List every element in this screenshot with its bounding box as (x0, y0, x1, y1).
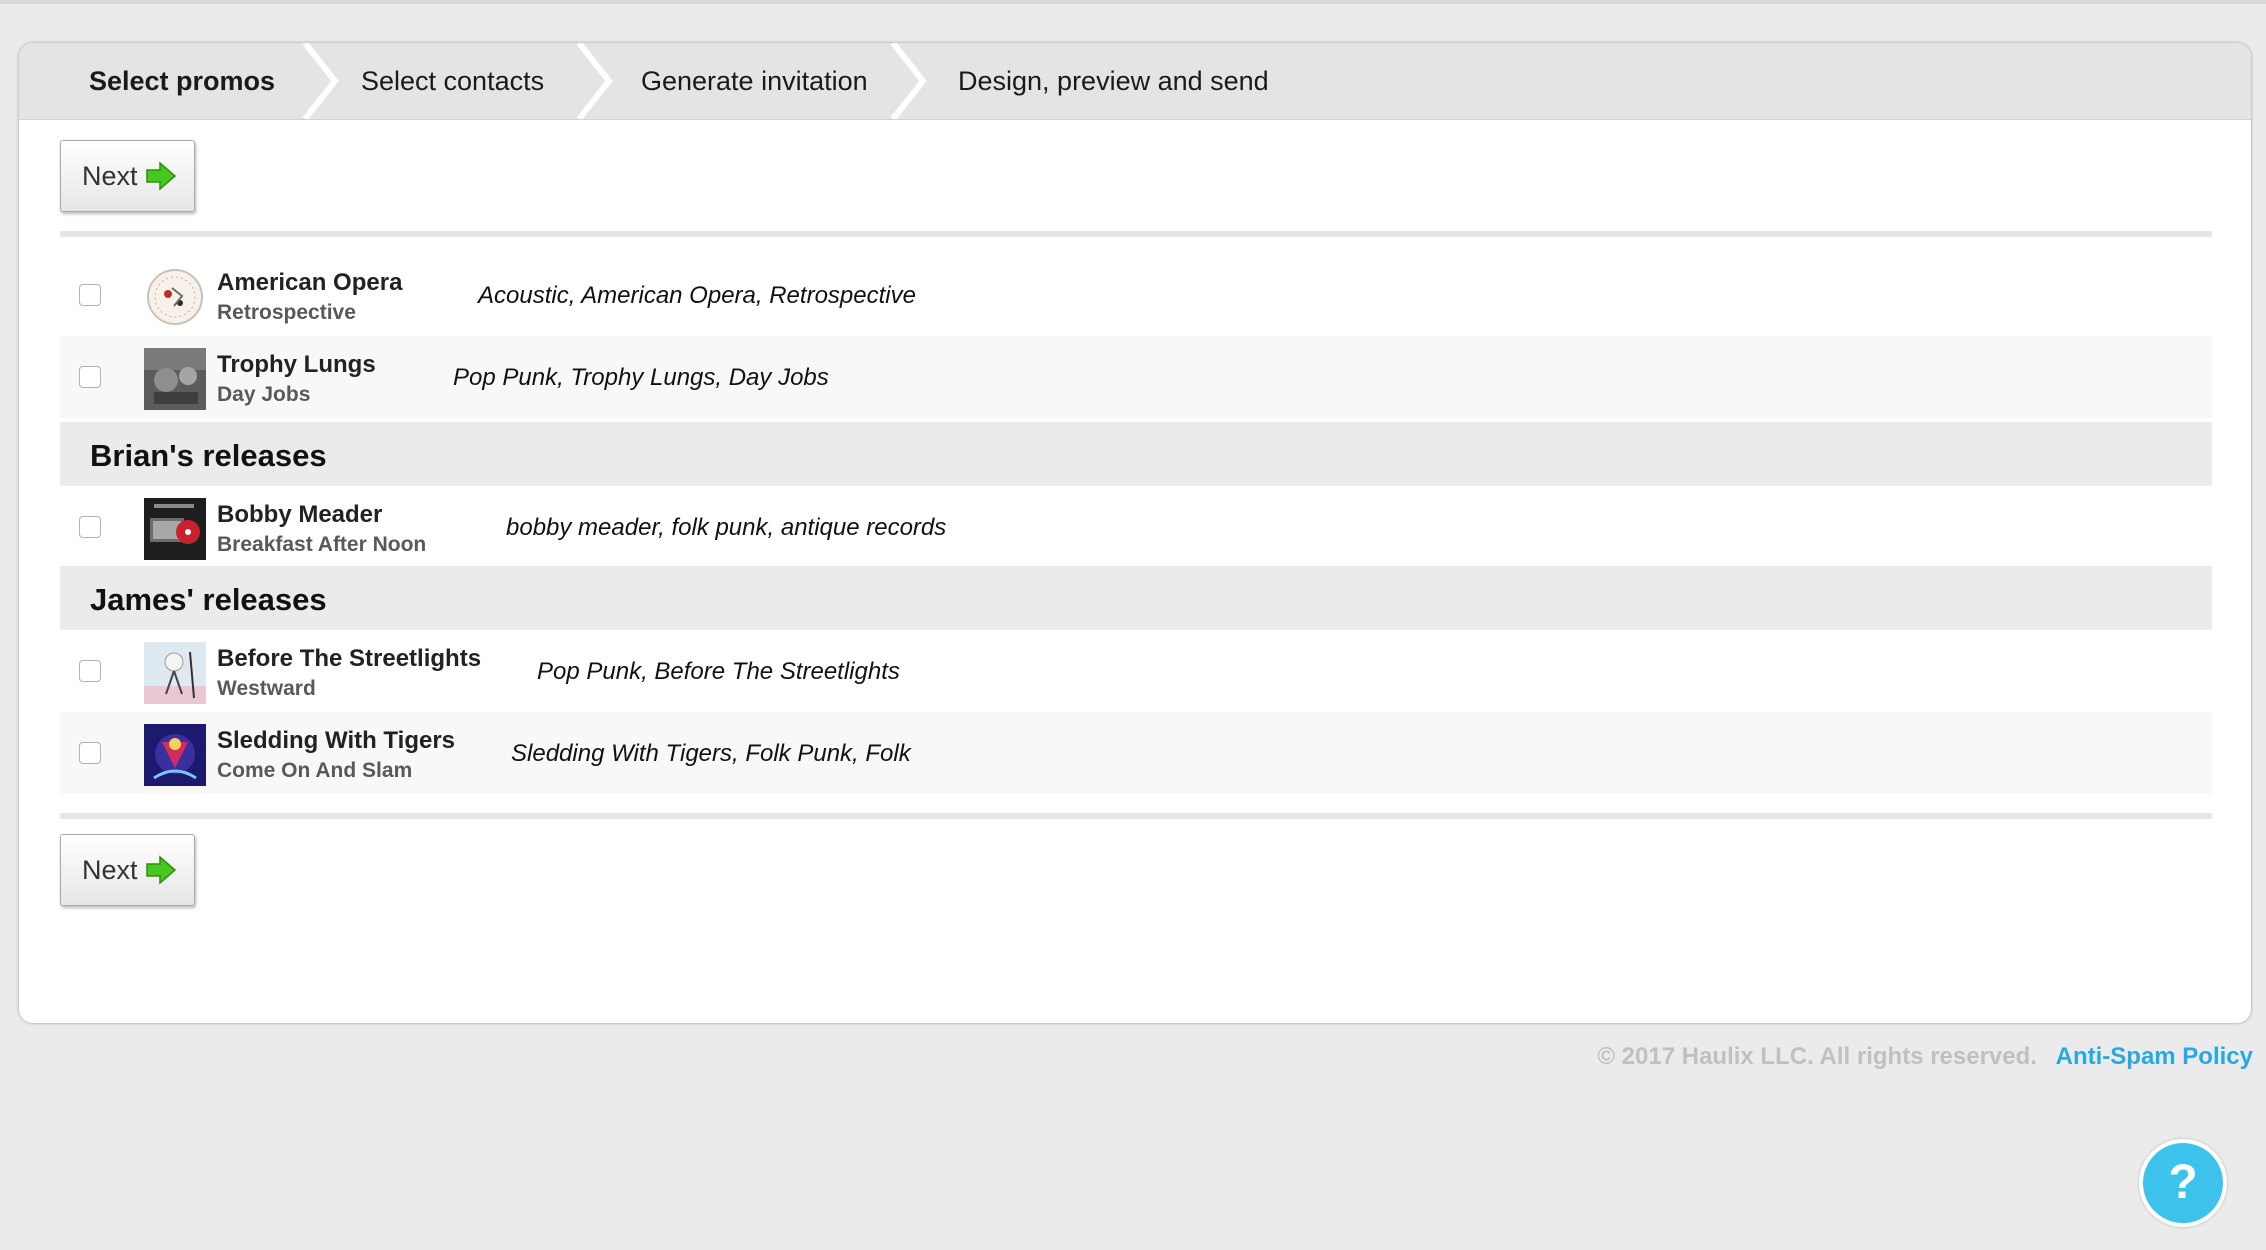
release-checkbox[interactable] (79, 516, 101, 538)
release-checkbox[interactable] (79, 284, 101, 306)
anti-spam-policy-link[interactable]: Anti-Spam Policy (2056, 1043, 2253, 1070)
help-button[interactable]: ? (2139, 1139, 2227, 1227)
divider-top (60, 231, 2212, 237)
release-tags: Acoustic, American Opera, Retrospective (478, 282, 916, 309)
step-separator-chevron (576, 43, 613, 119)
release-tags: Pop Punk, Before The Streetlights (537, 658, 900, 685)
release-row: Bobby Meader Breakfast After Noon bobby … (60, 486, 2212, 568)
release-row: American Opera Retrospective Acoustic, A… (60, 254, 2212, 336)
release-checkbox[interactable] (79, 660, 101, 682)
album-cover-american-opera (144, 266, 206, 328)
release-album: Come On And Slam (217, 759, 413, 782)
next-button-top[interactable]: Next (60, 140, 195, 212)
release-artist: Before The Streetlights (217, 645, 482, 672)
album-cover-sledding-with-tigers (144, 724, 206, 786)
step-select-contacts[interactable]: Select contacts (361, 43, 544, 119)
group-header-brian: Brian's releases (60, 422, 2212, 486)
arrow-right-icon (146, 161, 177, 191)
step-separator-chevron (302, 43, 339, 119)
album-cover-bobby-meader (144, 498, 206, 560)
group-title: James' releases (90, 582, 327, 617)
release-album: Day Jobs (217, 383, 311, 406)
release-artist: Sledding With Tigers (217, 727, 456, 754)
release-tags: Pop Punk, Trophy Lungs, Day Jobs (453, 364, 829, 391)
release-album: Retrospective (217, 301, 356, 324)
step-select-promos[interactable]: Select promos (89, 43, 275, 119)
divider-bottom (60, 813, 2212, 819)
release-artist: Trophy Lungs (217, 351, 376, 378)
next-button-bottom[interactable]: Next (60, 834, 195, 906)
release-row: Before The Streetlights Westward Pop Pun… (60, 630, 2212, 712)
release-album: Breakfast After Noon (217, 533, 427, 556)
release-tags: Sledding With Tigers, Folk Punk, Folk (511, 740, 911, 767)
release-tags: bobby meader, folk punk, antique records (506, 514, 947, 541)
release-row: Sledding With Tigers Come On And Slam Sl… (60, 712, 2212, 794)
footer: © 2017 Haulix LLC. All rights reserved. … (1597, 1043, 2253, 1071)
next-button-label: Next (82, 161, 138, 191)
release-artist: Bobby Meader (217, 501, 383, 528)
release-checkbox[interactable] (79, 366, 101, 388)
release-row: Trophy Lungs Day Jobs Pop Punk, Trophy L… (60, 336, 2212, 418)
step-separator-chevron (890, 43, 927, 119)
arrow-right-icon (146, 855, 177, 885)
main-panel: Select promos Select contacts Generate i… (19, 43, 2251, 1023)
album-cover-trophy-lungs (144, 348, 206, 410)
group-header-james: James' releases (60, 566, 2212, 630)
step-design-preview-send[interactable]: Design, preview and send (958, 43, 1269, 119)
album-cover-before-the-streetlights (144, 642, 206, 704)
step-generate-invitation[interactable]: Generate invitation (641, 43, 868, 119)
group-title: Brian's releases (90, 438, 327, 473)
wizard-steps: Select promos Select contacts Generate i… (19, 43, 2251, 120)
release-artist: American Opera (217, 269, 403, 296)
release-album: Westward (217, 677, 316, 700)
release-checkbox[interactable] (79, 742, 101, 764)
top-border (0, 0, 2266, 4)
next-button-label: Next (82, 855, 138, 885)
copyright-text: © 2017 Haulix LLC. All rights reserved. (1597, 1043, 2037, 1070)
